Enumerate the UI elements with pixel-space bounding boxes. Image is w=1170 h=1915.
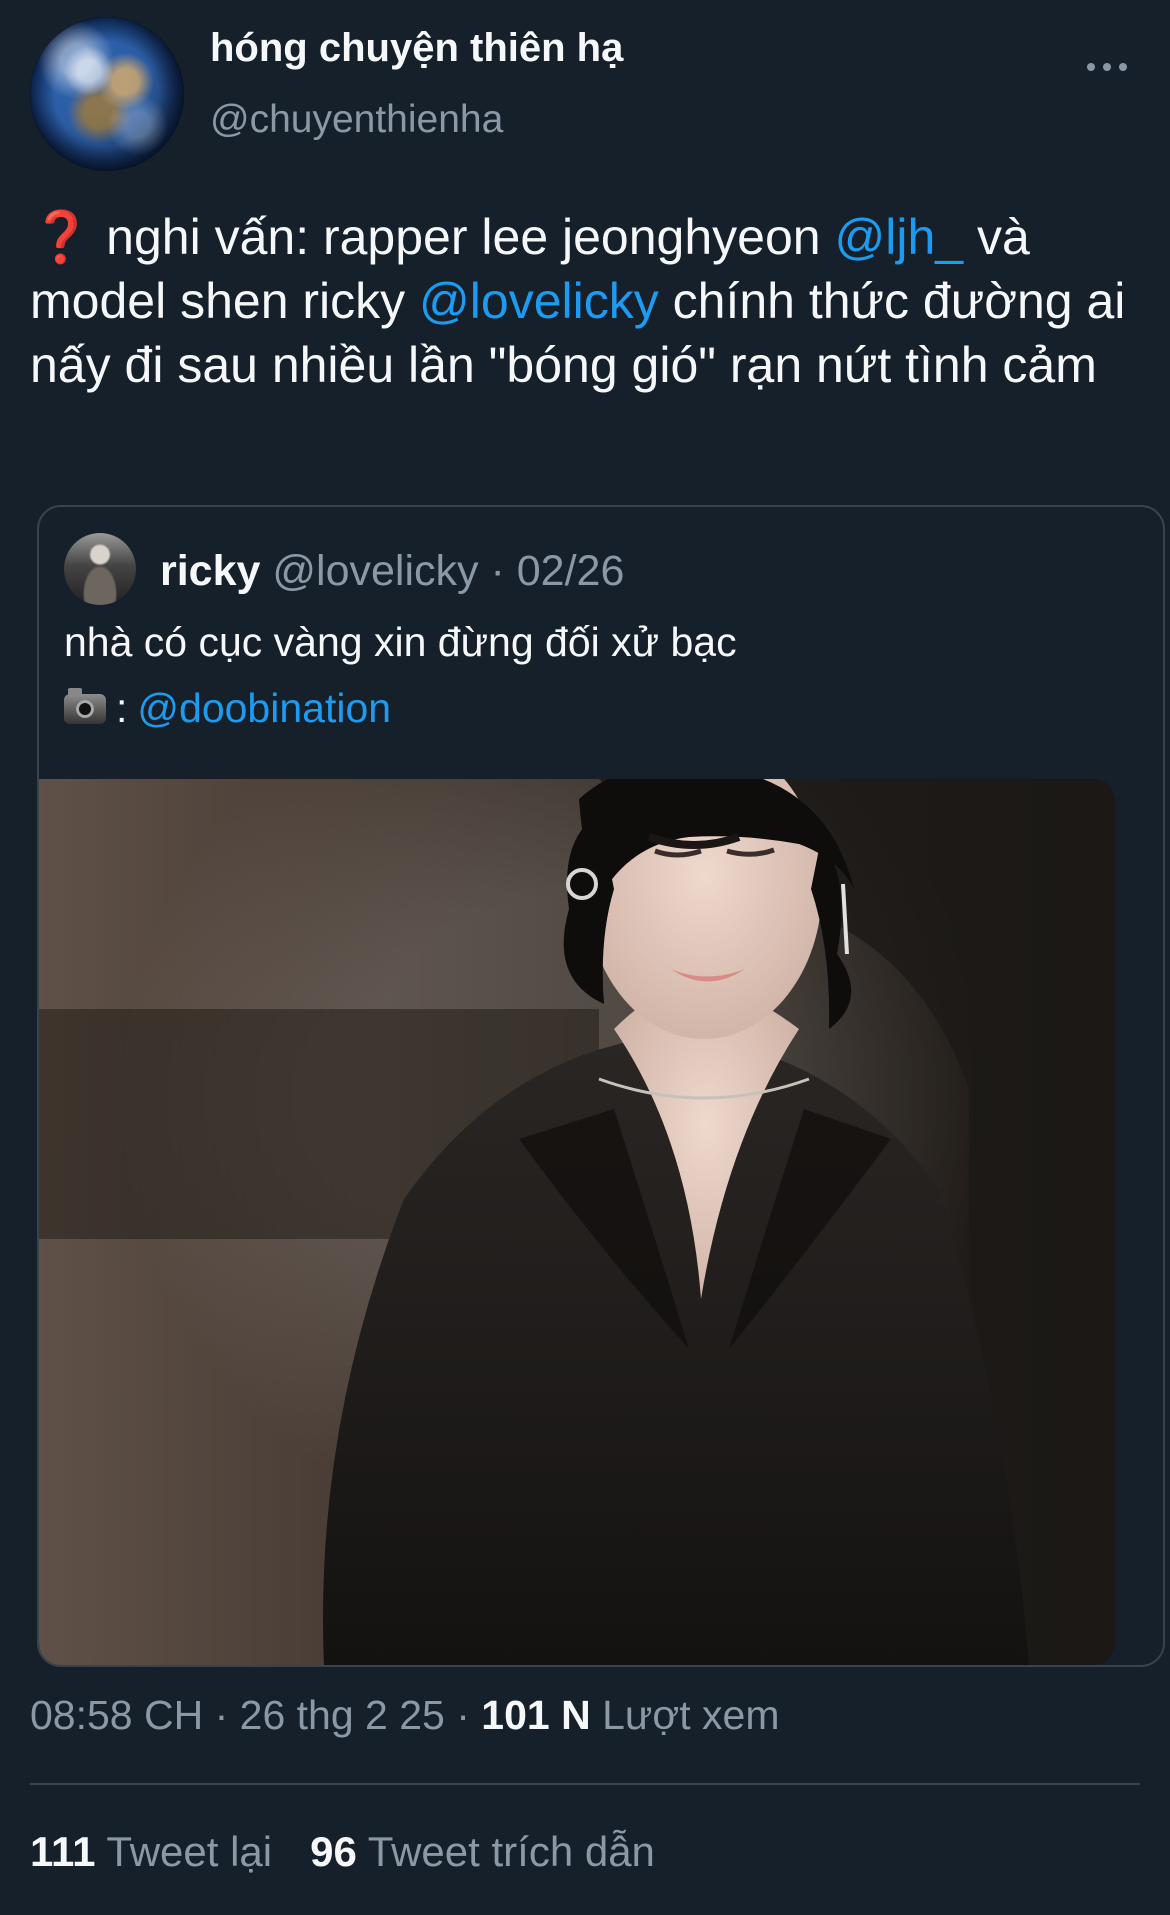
camera-flash-icon <box>64 687 106 724</box>
question-mark-icon: ❓ <box>30 209 93 265</box>
divider <box>30 1783 1140 1785</box>
retweets-count: 111 <box>30 1828 96 1875</box>
retweets-label: Tweet lại <box>106 1828 273 1875</box>
view-count: 101 N <box>481 1692 591 1738</box>
photo-credit: : @doobination <box>64 685 391 732</box>
quoted-author-name[interactable]: ricky <box>160 547 260 595</box>
tweet-text-part: nghi vấn: rapper lee jeonghyeon <box>92 209 835 265</box>
portrait-illustration <box>39 779 1115 1665</box>
more-options-button[interactable] <box>1087 55 1127 79</box>
quoted-author-line: ricky @lovelicky · 02/26 <box>160 547 624 596</box>
author-avatar[interactable] <box>30 17 184 171</box>
meta-separator: · <box>444 1692 482 1738</box>
quoted-date: 02/26 <box>516 547 625 595</box>
engagement-stats: 111 Tweet lại 96 Tweet trích dẫn <box>30 1828 655 1876</box>
quoted-tweet-card[interactable]: ricky @lovelicky · 02/26 nhà có cục vàng… <box>37 505 1165 1667</box>
tweet-time: 08:58 CH <box>30 1692 204 1738</box>
tweet-date: 26 thg 2 25 <box>239 1692 445 1738</box>
more-dot-icon <box>1103 63 1111 71</box>
more-dot-icon <box>1119 63 1127 71</box>
meta-separator: · <box>203 1692 240 1738</box>
quoted-tweet-text: nhà có cục vàng xin đừng đối xử bạc <box>64 619 737 665</box>
more-dot-icon <box>1087 63 1095 71</box>
mention-link[interactable]: @lovelicky <box>419 273 659 329</box>
quoted-photo[interactable] <box>39 779 1115 1665</box>
credit-prefix: : <box>116 685 128 731</box>
quote-tweets-label: Tweet trích dẫn <box>367 1828 655 1875</box>
tweet-text: ❓ nghi vấn: rapper lee jeonghyeon @ljh_ … <box>30 205 1160 397</box>
views-label: Lượt xem <box>590 1692 780 1738</box>
quote-tweets-stat[interactable]: 96 Tweet trích dẫn <box>310 1828 655 1876</box>
credit-mention-link[interactable]: @doobination <box>137 685 391 732</box>
mention-link[interactable]: @ljh_ <box>834 209 963 265</box>
quoted-date-separator: · <box>478 547 517 595</box>
author-display-name[interactable]: hóng chuyện thiên hạ <box>210 26 623 71</box>
quoted-author-handle[interactable]: @lovelicky <box>272 547 478 595</box>
quoted-author-avatar[interactable] <box>64 533 136 605</box>
quote-tweets-count: 96 <box>310 1828 357 1875</box>
retweets-stat[interactable]: 111 Tweet lại <box>30 1828 272 1876</box>
tweet-timestamp: 08:58 CH · 26 thg 2 25 · 101 N Lượt xem <box>30 1692 779 1739</box>
author-handle[interactable]: @chuyenthienha <box>210 98 503 142</box>
